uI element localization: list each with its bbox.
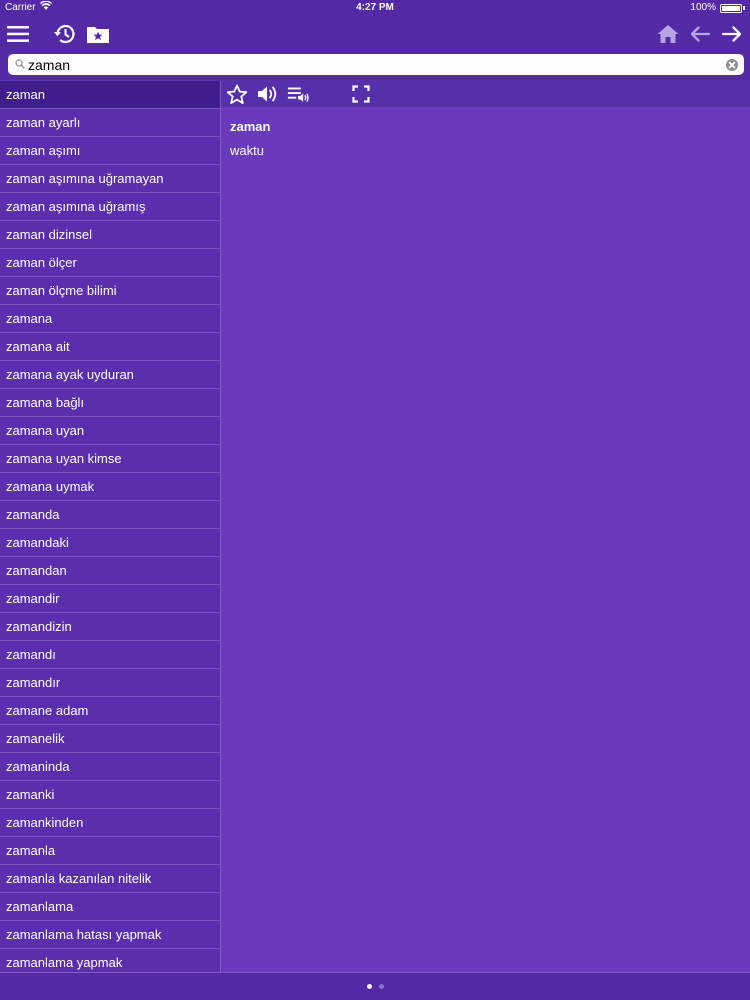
star-icon[interactable] <box>225 83 249 105</box>
home-icon[interactable] <box>652 18 684 50</box>
list-item[interactable]: zamanlama yapmak <box>0 949 220 972</box>
list-item[interactable]: zamana uymak <box>0 473 220 501</box>
list-item[interactable]: zamaninda <box>0 753 220 781</box>
word-list: zaman zaman ayarlı zaman aşımı zaman aşımın… <box>0 81 221 972</box>
list-item[interactable]: zamanda <box>0 501 220 529</box>
top-toolbar <box>0 16 750 52</box>
list-item[interactable]: zamanla kazanılan nitelik <box>0 865 220 893</box>
clear-search-icon[interactable] <box>726 58 738 71</box>
list-item[interactable]: zamandı <box>0 641 220 669</box>
entry-headword: zaman <box>230 119 271 134</box>
status-right: 100% <box>690 0 745 16</box>
entry-definition: waktu <box>230 143 264 158</box>
search-box <box>8 54 744 75</box>
battery-percent: 100% <box>690 2 716 13</box>
list-item[interactable]: zaman aşımı <box>0 137 220 165</box>
list-item[interactable]: zamandir <box>0 585 220 613</box>
bottom-bar <box>0 972 750 1000</box>
search-icon <box>15 56 25 74</box>
list-item[interactable]: zamandizin <box>0 613 220 641</box>
list-item[interactable]: zamanelik <box>0 725 220 753</box>
battery-tip <box>743 6 745 10</box>
list-item[interactable]: zamandaki <box>0 529 220 557</box>
favorites-folder-icon[interactable] <box>82 18 114 50</box>
list-item[interactable]: zaman ayarlı <box>0 109 220 137</box>
list-item[interactable]: zamana uyan kimse <box>0 445 220 473</box>
list-item[interactable]: zamandır <box>0 669 220 697</box>
list-item[interactable]: zamandan <box>0 557 220 585</box>
forward-arrow-icon[interactable] <box>716 18 748 50</box>
list-item[interactable]: zaman aşımına uğramayan <box>0 165 220 193</box>
list-item[interactable]: zamana bağlı <box>0 389 220 417</box>
detail-pane: zaman waktu <box>221 81 750 972</box>
search-input[interactable] <box>28 55 726 74</box>
list-item[interactable]: zamanla <box>0 837 220 865</box>
list-item[interactable]: zaman aşımına uğramış <box>0 193 220 221</box>
list-item[interactable]: zamanlama hatası yapmak <box>0 921 220 949</box>
detail-toolbar <box>221 81 750 107</box>
list-item[interactable]: zamanlama <box>0 893 220 921</box>
menu-icon[interactable] <box>2 18 34 50</box>
battery-icon <box>720 3 742 13</box>
list-item[interactable]: zaman <box>0 81 220 109</box>
fullscreen-icon[interactable] <box>349 83 373 105</box>
list-item[interactable]: zamana uyan <box>0 417 220 445</box>
speaker-icon[interactable] <box>256 83 280 105</box>
status-bar: Carrier 4:27 PM 100% <box>0 0 750 16</box>
status-time: 4:27 PM <box>356 2 394 13</box>
list-item[interactable]: zaman dizinsel <box>0 221 220 249</box>
list-item[interactable]: zamane adam <box>0 697 220 725</box>
history-icon[interactable] <box>49 18 81 50</box>
list-item[interactable]: zaman ölçme bilimi <box>0 277 220 305</box>
back-arrow-icon[interactable] <box>684 18 716 50</box>
list-item[interactable]: zamanki <box>0 781 220 809</box>
page-dot[interactable] <box>366 984 372 989</box>
playlist-speaker-icon[interactable] <box>287 83 311 105</box>
page-dot[interactable] <box>378 984 384 989</box>
list-item[interactable]: zamana ayak uyduran <box>0 361 220 389</box>
list-item[interactable]: zamana <box>0 305 220 333</box>
page-indicator <box>0 984 750 989</box>
list-item[interactable]: zamana ait <box>0 333 220 361</box>
list-item[interactable]: zaman ölçer <box>0 249 220 277</box>
list-item[interactable]: zamankinden <box>0 809 220 837</box>
search-bar <box>0 52 750 80</box>
